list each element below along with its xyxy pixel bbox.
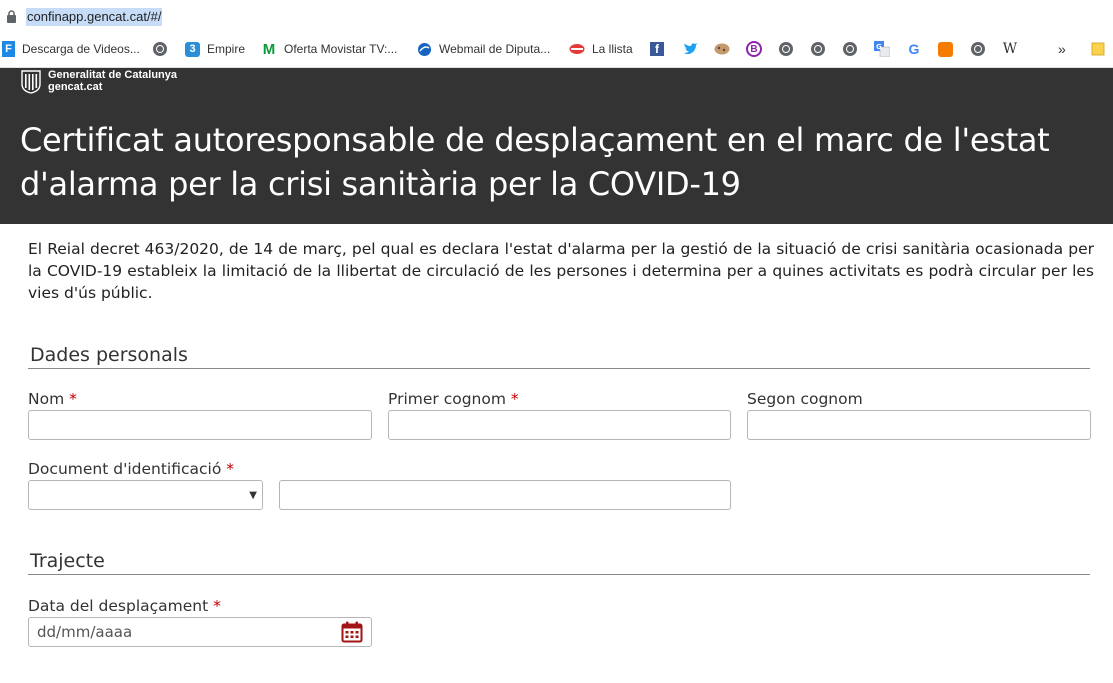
- lock-icon: [7, 10, 16, 23]
- bookmark-twitter[interactable]: [682, 34, 698, 64]
- bookmarks-bar: F Descarga de Videos... 3 Empire M Ofert…: [0, 34, 1113, 68]
- bookmark-globe-5[interactable]: [970, 34, 986, 64]
- movistar-icon: M: [262, 40, 276, 58]
- brand-text[interactable]: Generalitat de Catalunya gencat.cat: [48, 69, 177, 93]
- bookmark-label: La llista: [592, 42, 633, 56]
- primer-cognom-label-text: Primer cognom: [388, 390, 506, 408]
- bookmark-label: Oferta Movistar TV:...: [284, 42, 398, 56]
- lips-icon: [569, 41, 585, 57]
- bookmark-orange[interactable]: [938, 34, 953, 64]
- bookmark-la-llista[interactable]: La llista: [569, 34, 633, 64]
- google-icon: G: [908, 41, 920, 57]
- nom-input[interactable]: [28, 410, 372, 440]
- document-type-select[interactable]: ▼: [28, 480, 263, 510]
- segon-cognom-input[interactable]: [747, 410, 1091, 440]
- section-title-trajecte: Trajecte: [30, 550, 105, 572]
- document-label: Document d'identificació *: [28, 459, 234, 479]
- address-bar[interactable]: confinapp.gencat.cat/#/: [0, 0, 1113, 35]
- b-circle-icon: B: [746, 41, 762, 57]
- required-marker: *: [510, 390, 519, 408]
- cookie-icon: [714, 41, 730, 57]
- globe-icon: [842, 41, 858, 57]
- bookmark-facebook[interactable]: f: [650, 34, 664, 64]
- globe-icon: [810, 41, 826, 57]
- empire-icon: 3: [185, 41, 200, 57]
- segon-cognom-label: Segon cognom: [747, 389, 863, 409]
- segon-cognom-label-text: Segon cognom: [747, 390, 863, 408]
- bookmark-b[interactable]: B: [746, 34, 762, 64]
- twitter-icon: [682, 41, 698, 57]
- bookmark-globe-2[interactable]: [778, 34, 794, 64]
- dropdown-arrow-icon: ▼: [249, 490, 257, 501]
- overflow-chevron-icon: »: [1058, 41, 1066, 57]
- f-bookmark-icon: F: [2, 41, 15, 57]
- bookmark-label: Empire: [207, 42, 246, 56]
- globe-icon: [152, 41, 168, 57]
- required-marker: *: [213, 597, 221, 615]
- translate-icon: G: [874, 41, 890, 57]
- webmail-icon: [416, 41, 432, 57]
- orange-app-icon: [938, 41, 953, 57]
- primer-cognom-input[interactable]: [388, 410, 731, 440]
- site-header: Generalitat de Catalunya gencat.cat Cert…: [0, 68, 1113, 224]
- required-marker: *: [69, 390, 77, 408]
- nom-label: Nom *: [28, 389, 77, 409]
- wikipedia-icon: W: [1002, 41, 1018, 57]
- bookmark-descarga[interactable]: F Descarga de Videos...: [2, 34, 140, 64]
- bookmark-label: Webmail de Diputa...: [439, 42, 551, 56]
- required-marker: *: [226, 460, 234, 478]
- brand-domain: gencat.cat: [48, 81, 103, 93]
- intro-text: El Reial decret 463/2020, de 14 de març,…: [28, 240, 1094, 302]
- bookmark-cookie[interactable]: [714, 34, 730, 64]
- url-text[interactable]: confinapp.gencat.cat/#/: [26, 8, 163, 26]
- svg-text:G: G: [876, 43, 882, 51]
- globe-icon: [778, 41, 794, 57]
- data-desplacament-label: Data del desplaçament *: [28, 596, 221, 616]
- page-title: Certificat autoresponsable de desplaçame…: [20, 121, 1050, 203]
- calendar-icon[interactable]: [341, 621, 363, 643]
- brand-name: Generalitat de Catalunya: [48, 69, 177, 81]
- date-input[interactable]: [28, 617, 372, 647]
- bookmark-label: Descarga de Videos...: [22, 42, 140, 56]
- bookmarks-overflow-button[interactable]: »: [1058, 34, 1066, 64]
- globe-icon: [970, 41, 986, 57]
- bookmark-globe-3[interactable]: [810, 34, 826, 64]
- bookmark-movistar[interactable]: M Oferta Movistar TV:...: [261, 34, 398, 64]
- other-bookmarks-folder[interactable]: [1090, 34, 1106, 64]
- facebook-icon: f: [650, 42, 664, 56]
- bookmark-globe-4[interactable]: [842, 34, 858, 64]
- section-divider: [28, 368, 1090, 369]
- bookmark-google[interactable]: G: [906, 34, 922, 64]
- bookmark-wikipedia[interactable]: W: [1002, 34, 1018, 64]
- document-label-text: Document d'identificació: [28, 460, 222, 478]
- data-desplacament-label-text: Data del desplaçament: [28, 597, 209, 615]
- bookmark-empire[interactable]: 3 Empire: [185, 34, 245, 64]
- primer-cognom-label: Primer cognom *: [388, 389, 519, 409]
- section-divider: [28, 574, 1090, 575]
- section-title-dades-personals: Dades personals: [30, 344, 188, 366]
- folder-icon: [1090, 41, 1106, 57]
- nom-label-text: Nom: [28, 390, 65, 408]
- bookmark-translate[interactable]: G: [874, 34, 890, 64]
- document-number-input[interactable]: [279, 480, 731, 510]
- bookmark-globe-1[interactable]: [152, 34, 168, 64]
- bookmark-webmail[interactable]: Webmail de Diputa...: [416, 34, 550, 64]
- generalitat-logo-icon: [21, 70, 41, 94]
